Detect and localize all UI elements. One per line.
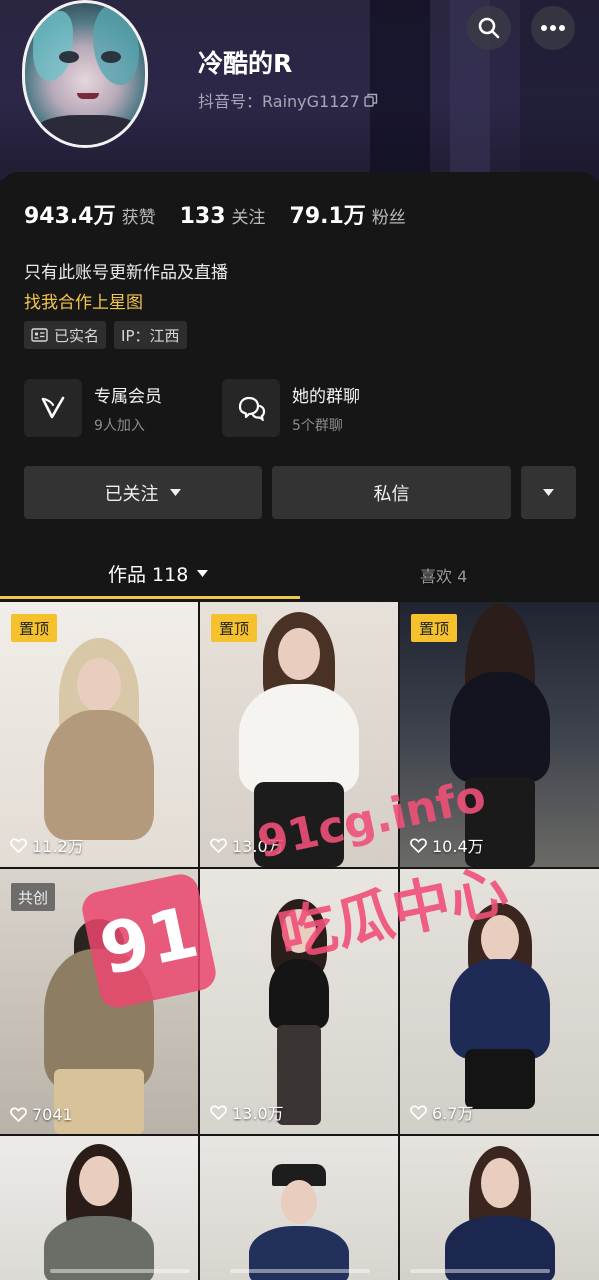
douyin-id[interactable]: 抖音号：RainyG1127 (198, 88, 378, 112)
feature-title: 专属会员 (94, 386, 162, 407)
verified-tag[interactable]: 已实名 (24, 321, 107, 349)
heart-icon (410, 838, 427, 853)
like-count-value: 6.7万 (432, 1104, 474, 1123)
like-count-value: 13.0万 (232, 1104, 284, 1123)
ip-location-tag: IP：江西 (114, 321, 187, 349)
video-thumbnail[interactable]: 置顶 10.4万 (400, 602, 599, 867)
feature-subtitle: 5个群聊 (292, 417, 343, 434)
stat-label: 获赞 (121, 208, 156, 228)
like-count-value: 13.0万 (232, 837, 284, 856)
pinned-badge: 置顶 (11, 614, 58, 642)
search-icon (478, 17, 500, 39)
feature-title: 她的群聊 (292, 386, 360, 407)
heart-icon (210, 838, 227, 853)
ip-location-label: IP：江西 (121, 326, 180, 345)
stat-likes[interactable]: 943.4万 获赞 (24, 198, 156, 230)
caret-down-icon (543, 489, 554, 496)
stat-label: 关注 (231, 208, 266, 228)
tab-likes[interactable]: 喜欢 4 (420, 560, 467, 590)
video-thumbnail[interactable]: 6.7万 (400, 869, 599, 1134)
feature-subtitle: 9人加入 (94, 417, 145, 434)
stat-following[interactable]: 133 关注 (180, 203, 266, 229)
group-chat-entry[interactable]: 她的群聊 5个群聊 (222, 379, 360, 437)
like-count: 13.0万 (210, 1100, 284, 1124)
id-card-icon (31, 328, 48, 342)
like-count: 11.2万 (10, 833, 84, 857)
message-button-label: 私信 (373, 483, 410, 505)
vip-v-icon (24, 379, 82, 437)
bio-text: 只有此账号更新作品及直播 (24, 263, 228, 283)
video-thumbnail[interactable] (400, 1136, 599, 1280)
stats-row: 943.4万 获赞 133 关注 79.1万 粉丝 (24, 198, 406, 230)
stat-value: 133 (179, 204, 226, 229)
vip-membership-entry[interactable]: 专属会员 9人加入 (24, 379, 162, 437)
video-thumbnail[interactable]: 共创 7041 (0, 869, 198, 1134)
search-button[interactable] (467, 6, 511, 50)
message-button[interactable]: 私信 (272, 466, 511, 519)
stat-label: 粉丝 (371, 208, 406, 228)
bio-link[interactable]: 找我合作上星图 (24, 288, 143, 313)
profile-name: 冷酷的R (198, 49, 293, 78)
tab-likes-label: 喜欢 4 (420, 567, 468, 586)
pinned-badge: 置顶 (211, 614, 258, 642)
heart-icon (10, 1107, 27, 1122)
video-grid: 置顶 11.2万 置顶 13.0万 置顶 10.4万 共创 7041 13.0万… (0, 602, 599, 1280)
more-dots-icon (541, 25, 565, 31)
following-button[interactable]: 已关注 (24, 466, 262, 519)
douyin-id-text: 抖音号：RainyG1127 (198, 92, 360, 111)
caret-down-icon (169, 489, 181, 496)
like-count: 13.0万 (210, 833, 284, 857)
like-count: 6.7万 (410, 1100, 473, 1124)
copy-icon[interactable] (364, 93, 378, 107)
profile-tags: 已实名 IP：江西 (24, 321, 187, 349)
content-tabs: 作品 118 喜欢 4 (0, 548, 599, 600)
like-count: 10.4万 (410, 833, 484, 857)
co-creation-badge: 共创 (11, 883, 56, 911)
more-options-button[interactable] (531, 6, 575, 50)
verified-tag-label: 已实名 (54, 326, 100, 345)
video-thumbnail[interactable] (200, 1136, 398, 1280)
stat-followers[interactable]: 79.1万 粉丝 (290, 198, 406, 230)
caret-down-icon (197, 570, 209, 577)
video-thumbnail[interactable]: 置顶 13.0万 (200, 602, 398, 867)
tab-works-label: 作品 118 (108, 564, 189, 586)
video-thumbnail[interactable]: 13.0万 (200, 869, 398, 1134)
gesture-bar (0, 1262, 599, 1280)
following-button-label: 已关注 (104, 483, 159, 505)
avatar[interactable] (22, 0, 148, 148)
active-tab-indicator (0, 596, 300, 599)
heart-icon (10, 838, 27, 853)
stat-value: 79.1万 (289, 204, 366, 229)
heart-icon (410, 1105, 427, 1120)
like-count-value: 10.4万 (432, 837, 484, 856)
like-count-value: 7041 (32, 1105, 73, 1124)
group-chat-icon (222, 379, 280, 437)
video-thumbnail[interactable]: 置顶 11.2万 (0, 602, 198, 867)
video-thumbnail[interactable] (0, 1136, 198, 1280)
stat-value: 943.4万 (24, 204, 116, 229)
like-count-value: 11.2万 (32, 837, 84, 856)
recommend-dropdown-button[interactable] (521, 466, 576, 519)
pinned-badge: 置顶 (411, 614, 458, 642)
heart-icon (210, 1105, 227, 1120)
like-count: 7041 (10, 1105, 73, 1124)
tab-works[interactable]: 作品 118 (108, 560, 209, 587)
